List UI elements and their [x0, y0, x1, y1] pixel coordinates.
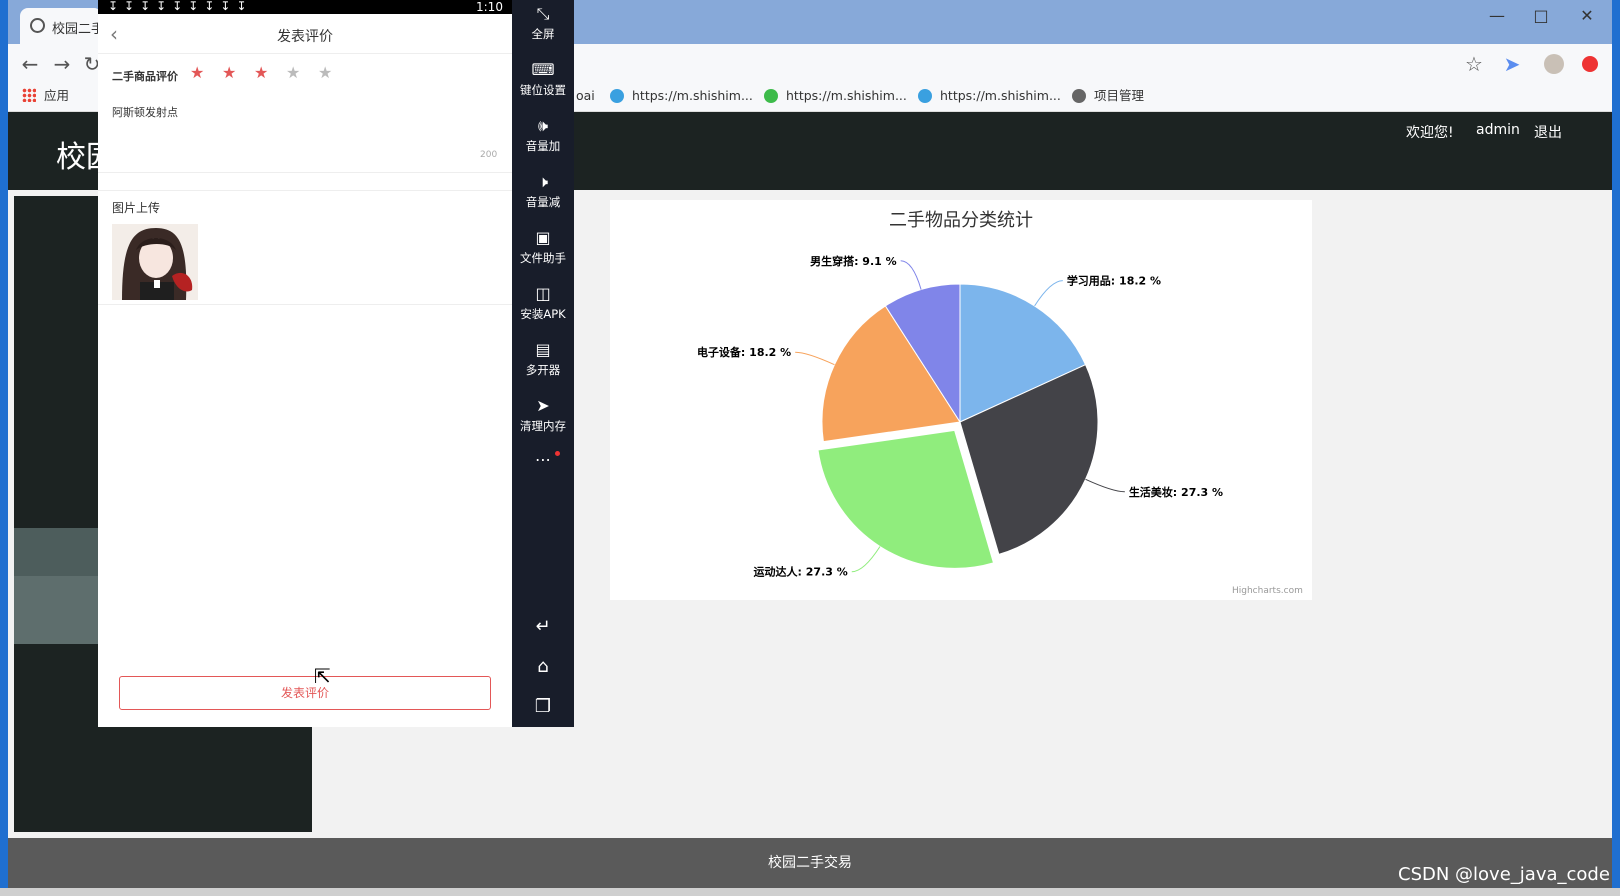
update-icon[interactable]: [1582, 56, 1598, 72]
wechat-icon: [764, 89, 778, 103]
extension-icon[interactable]: ➤: [1500, 52, 1524, 76]
review-textarea[interactable]: 阿斯顿发射点: [112, 104, 178, 120]
browser-tab[interactable]: 校园二手: [20, 8, 102, 44]
uploaded-image[interactable]: [112, 224, 198, 300]
rating-star[interactable]: ★: [254, 64, 268, 82]
divider: [98, 304, 512, 305]
bookmark-star-icon[interactable]: ☆: [1462, 52, 1486, 76]
rating-star[interactable]: ★: [222, 64, 236, 82]
rating-star[interactable]: ★: [190, 64, 204, 82]
keyboard-icon: ⌨: [531, 60, 555, 79]
more-icon[interactable]: ⋯: [512, 450, 574, 469]
char-counter: 200: [480, 150, 498, 160]
bookmark-item[interactable]: 项目管理: [1072, 86, 1144, 106]
pie-data-label: 运动达人: 27.3 %: [754, 565, 848, 579]
site-icon: [918, 89, 932, 103]
pie-connector: [1085, 478, 1125, 493]
bookmark-item[interactable]: https://m.shishim...: [610, 86, 753, 106]
emu-install-apk-button[interactable]: ◫ 安装APK: [512, 284, 574, 322]
globe-icon: [1072, 89, 1086, 103]
pie-connector: [1034, 280, 1063, 307]
android-home-icon[interactable]: ⌂: [512, 656, 574, 677]
pie-connector: [900, 260, 922, 290]
rating-star[interactable]: ★: [318, 64, 332, 82]
pie-slice[interactable]: [817, 429, 995, 569]
close-icon[interactable]: ✕: [1572, 6, 1602, 26]
notification-dot: [555, 451, 560, 456]
download-icons: ↧↧↧↧↧↧↧↧↧: [108, 0, 253, 13]
sidebar-item-active[interactable]: [14, 576, 98, 644]
volume-down-icon: 🕨: [537, 172, 549, 191]
android-recents-icon[interactable]: ❐: [512, 696, 574, 717]
pie-connector: [795, 351, 835, 366]
divider: [98, 190, 512, 191]
pie-connector: [851, 546, 881, 573]
globe-icon: [30, 18, 45, 33]
apk-icon: ◫: [535, 284, 551, 303]
sidebar-item[interactable]: [14, 528, 98, 576]
upload-label: 图片上传: [112, 201, 161, 215]
emu-volume-down-button[interactable]: 🕨 音量减: [512, 172, 574, 210]
bookmark-item[interactable]: https://m.shishim...: [918, 86, 1061, 106]
pie-data-label: 生活美妆: 27.3 %: [1129, 485, 1223, 499]
pie-data-label: 学习用品: 18.2 %: [1067, 274, 1161, 288]
file-icon: ▣: [535, 228, 551, 247]
fullscreen-icon: ⤡: [536, 4, 550, 23]
pie-chart: 学习用品: 18.2 % 生活美妆: 27.3 % 运动达人: 27.3 % 电子设备…: [697, 254, 1223, 579]
emu-volume-up-button[interactable]: 🕪 音量加: [512, 116, 574, 154]
avatar[interactable]: [1544, 54, 1564, 74]
minimize-icon[interactable]: —: [1482, 6, 1512, 26]
multi-icon: ▤: [535, 340, 551, 359]
status-time: 1:10: [476, 0, 503, 14]
logout-link[interactable]: 退出: [1534, 122, 1562, 142]
site-icon: [610, 89, 624, 103]
emu-multi-open-button[interactable]: ▤ 多开器: [512, 340, 574, 378]
volume-up-icon: 🕪: [537, 116, 549, 135]
pie-data-label: 男生穿搭: 9.1 %: [810, 254, 897, 268]
bookmark-item[interactable]: https://m.shishim...: [764, 86, 907, 106]
rating-star[interactable]: ★: [286, 64, 300, 82]
site-footer: 校园二手交易: [8, 838, 1612, 888]
emu-clean-memory-button[interactable]: ➤ 清理内存: [512, 396, 574, 434]
emu-file-helper-button[interactable]: ▣ 文件助手: [512, 228, 574, 266]
apps-grid-icon: [22, 88, 36, 102]
rating-label: 二手商品评价: [112, 70, 178, 83]
submit-review-button[interactable]: 发表评价: [119, 676, 491, 710]
taskbar-strip: [0, 888, 1620, 896]
emu-keymap-button[interactable]: ⌨ 键位设置: [512, 60, 574, 98]
bookmark-apps[interactable]: 应用: [22, 86, 69, 106]
mouse-cursor-icon: ⇱: [314, 664, 331, 688]
welcome-text: 欢迎您!: [1406, 125, 1454, 141]
android-back-icon[interactable]: ↵: [512, 616, 574, 637]
watermark: CSDN @love_java_code: [1398, 864, 1610, 885]
tab-title: 校园二手: [52, 22, 102, 37]
emu-fullscreen-button[interactable]: ⤡ 全屏: [512, 4, 574, 42]
divider: [98, 172, 512, 173]
maximize-icon[interactable]: □: [1526, 6, 1556, 26]
page-title: 发表评价: [277, 29, 333, 45]
user-link[interactable]: admin: [1476, 122, 1520, 138]
chart-credits[interactable]: Highcharts.com: [1232, 586, 1303, 596]
rocket-icon: ➤: [536, 396, 550, 415]
pie-data-label: 电子设备: 18.2 %: [697, 345, 791, 359]
back-icon[interactable]: ←: [18, 52, 42, 76]
forward-icon[interactable]: →: [50, 52, 74, 76]
bookmark-item[interactable]: oai: [576, 86, 595, 106]
